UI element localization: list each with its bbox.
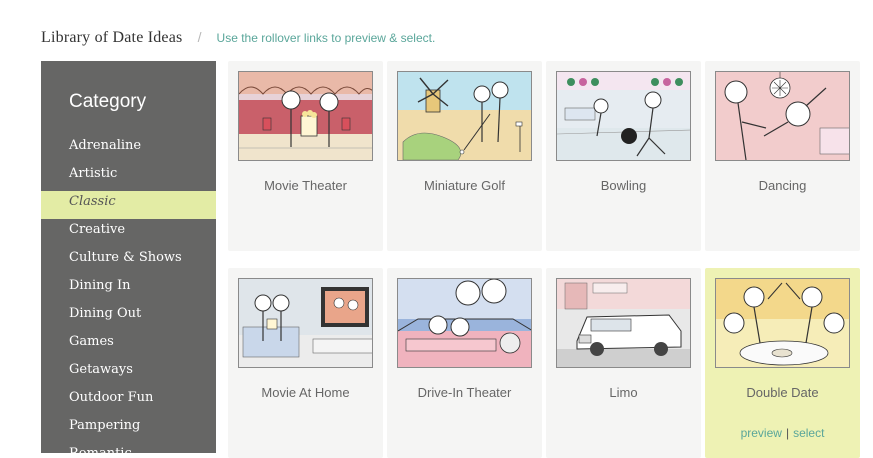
category-item-creative[interactable]: Creative	[41, 219, 216, 247]
date-idea-tile[interactable]: Dancing	[705, 61, 860, 251]
category-item-culture-shows[interactable]: Culture & Shows	[41, 247, 216, 275]
category-item-outdoor-fun[interactable]: Outdoor Fun	[41, 387, 216, 415]
date-idea-label: Double Date	[746, 385, 819, 400]
date-idea-label: Drive-In Theater	[417, 385, 512, 400]
date-idea-tile[interactable]: Movie At Home	[228, 268, 383, 458]
instruction-text: Use the rollover links to preview & sele…	[216, 31, 436, 45]
date-idea-label: Movie At Home	[261, 385, 350, 400]
category-item-classic[interactable]: Classic	[41, 191, 216, 219]
date-idea-label: Limo	[609, 385, 638, 400]
date-idea-label: Movie Theater	[264, 178, 347, 193]
date-idea-label: Bowling	[600, 178, 647, 193]
category-item-games[interactable]: Games	[41, 331, 216, 359]
category-list: Adrenaline Artistic Classic Creative Cul…	[41, 135, 216, 453]
date-idea-tile[interactable]: Limo	[546, 268, 701, 458]
preview-link[interactable]: preview	[741, 426, 782, 440]
category-heading: Category	[69, 91, 147, 112]
category-item-dining-in[interactable]: Dining In	[41, 275, 216, 303]
category-item-romantic[interactable]: Romantic	[41, 443, 216, 453]
date-idea-illustration	[715, 278, 850, 368]
date-idea-tile[interactable]: Drive-In Theater	[387, 268, 542, 458]
date-idea-illustration	[238, 71, 373, 161]
date-idea-illustration	[397, 278, 532, 368]
date-idea-illustration	[238, 278, 373, 368]
date-idea-label: Miniature Golf	[424, 178, 505, 193]
date-idea-tile-selected[interactable]: Double Date preview | select	[705, 268, 860, 458]
category-item-dining-out[interactable]: Dining Out	[41, 303, 216, 331]
page-header: Library of Date Ideas / Use the rollover…	[41, 27, 435, 47]
date-idea-label: Dancing	[758, 178, 807, 193]
date-idea-illustration	[715, 71, 850, 161]
title-separator: /	[197, 29, 202, 45]
category-item-getaways[interactable]: Getaways	[41, 359, 216, 387]
page-title: Library of Date Ideas	[41, 29, 183, 46]
category-item-artistic[interactable]: Artistic	[41, 163, 216, 191]
date-idea-tile[interactable]: Bowling	[546, 61, 701, 251]
date-idea-illustration	[397, 71, 532, 161]
category-item-pampering[interactable]: Pampering	[41, 415, 216, 443]
tile-actions: preview | select	[705, 426, 860, 440]
date-idea-illustration	[556, 71, 691, 161]
date-idea-tile[interactable]: Miniature Golf	[387, 61, 542, 251]
date-idea-illustration	[556, 278, 691, 368]
select-link[interactable]: select	[793, 426, 824, 440]
category-item-adrenaline[interactable]: Adrenaline	[41, 135, 216, 163]
category-sidebar: Category Adrenaline Artistic Classic Cre…	[41, 61, 216, 453]
action-separator: |	[785, 426, 790, 440]
date-idea-tile[interactable]: Movie Theater	[228, 61, 383, 251]
